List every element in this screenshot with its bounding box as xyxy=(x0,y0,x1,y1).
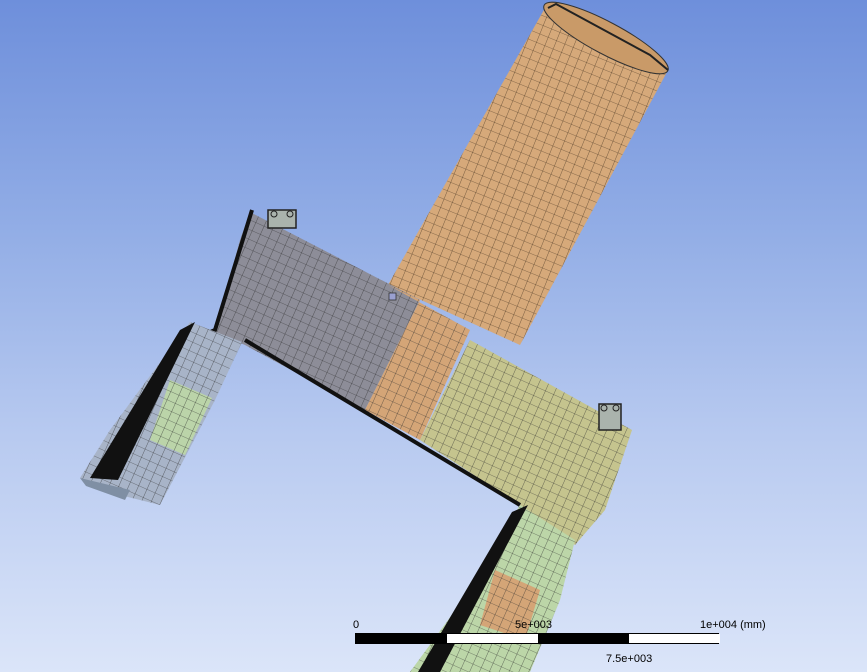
model-viewport[interactable]: 0 5e+003 1e+004 (mm) 7.5e+003 xyxy=(0,0,867,672)
scale-seg-2 xyxy=(447,634,538,643)
right-support-leg xyxy=(410,505,575,672)
scale-label-end: 1e+004 (mm) xyxy=(700,619,766,631)
scale-seg-1 xyxy=(356,634,447,643)
top-left-bracket xyxy=(267,209,297,229)
chimney-cylinder xyxy=(388,1,669,345)
left-support-leg xyxy=(80,322,242,505)
mesh-model[interactable] xyxy=(0,0,867,672)
right-bracket xyxy=(598,403,622,431)
scale-seg-4 xyxy=(629,634,720,643)
mid-marker xyxy=(388,292,397,301)
scale-label-start: 0 xyxy=(353,619,360,631)
scale-bar xyxy=(355,633,720,644)
scale-label-mid-bottom: 7.5e+003 xyxy=(606,653,653,665)
scale-label-mid-top: 5e+003 xyxy=(515,619,553,631)
scale-seg-3 xyxy=(538,634,629,643)
